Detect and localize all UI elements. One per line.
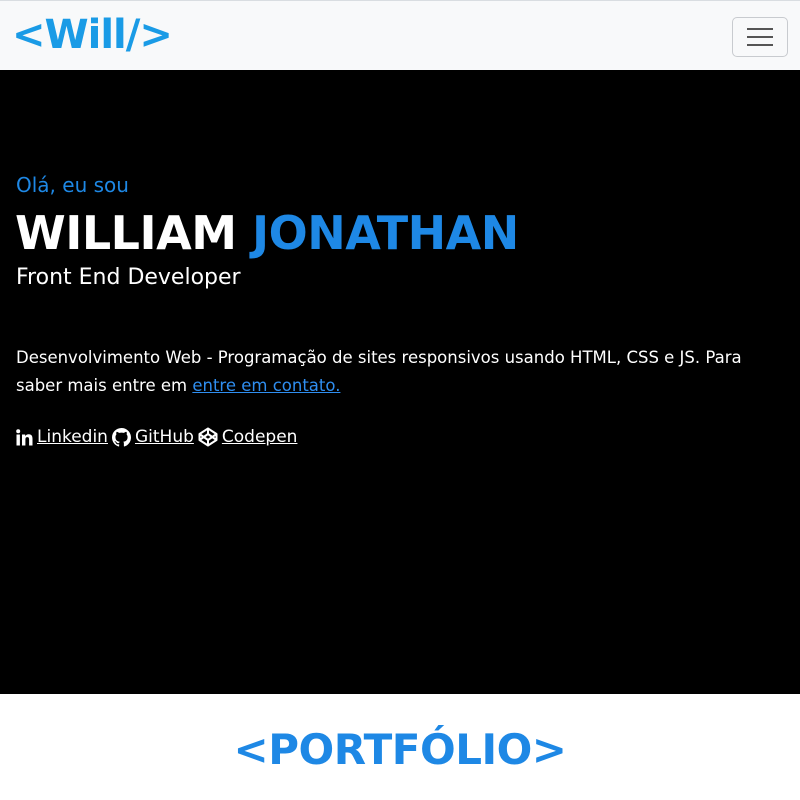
social-links: Linkedin GitHub Codepen	[16, 424, 297, 450]
hero-description: Desenvolvimento Web - Programação de sit…	[16, 344, 784, 400]
portfolio-title: <PORTFÓLIO>	[233, 725, 567, 774]
codepen-link[interactable]: Codepen	[198, 424, 298, 450]
github-link[interactable]: GitHub	[111, 424, 194, 450]
role-text: Front End Developer	[16, 265, 241, 290]
name-first: WILLIAM	[15, 206, 237, 260]
codepen-icon	[198, 427, 218, 447]
hero-name: WILLIAM JONATHAN	[15, 205, 519, 261]
portfolio-section: <PORTFÓLIO>	[0, 694, 800, 800]
description-text: Desenvolvimento Web - Programação de sit…	[16, 348, 742, 395]
hero-section: Olá, eu sou WILLIAM JONATHAN Front End D…	[0, 70, 800, 694]
brand-logo[interactable]: <Will/>	[12, 7, 173, 63]
navbar: <Will/>	[0, 0, 800, 70]
navbar-toggler-button[interactable]	[732, 17, 788, 57]
name-last: JONATHAN	[251, 206, 519, 260]
github-label: GitHub	[134, 427, 194, 447]
contact-link[interactable]: entre em contato.	[192, 376, 340, 395]
linkedin-link[interactable]: Linkedin	[16, 424, 108, 450]
github-icon	[111, 427, 131, 447]
codepen-label: Codepen	[221, 427, 298, 447]
linkedin-icon	[16, 428, 33, 445]
linkedin-label: Linkedin	[37, 427, 108, 447]
hamburger-icon	[747, 28, 773, 46]
greeting-text: Olá, eu sou	[16, 173, 129, 197]
